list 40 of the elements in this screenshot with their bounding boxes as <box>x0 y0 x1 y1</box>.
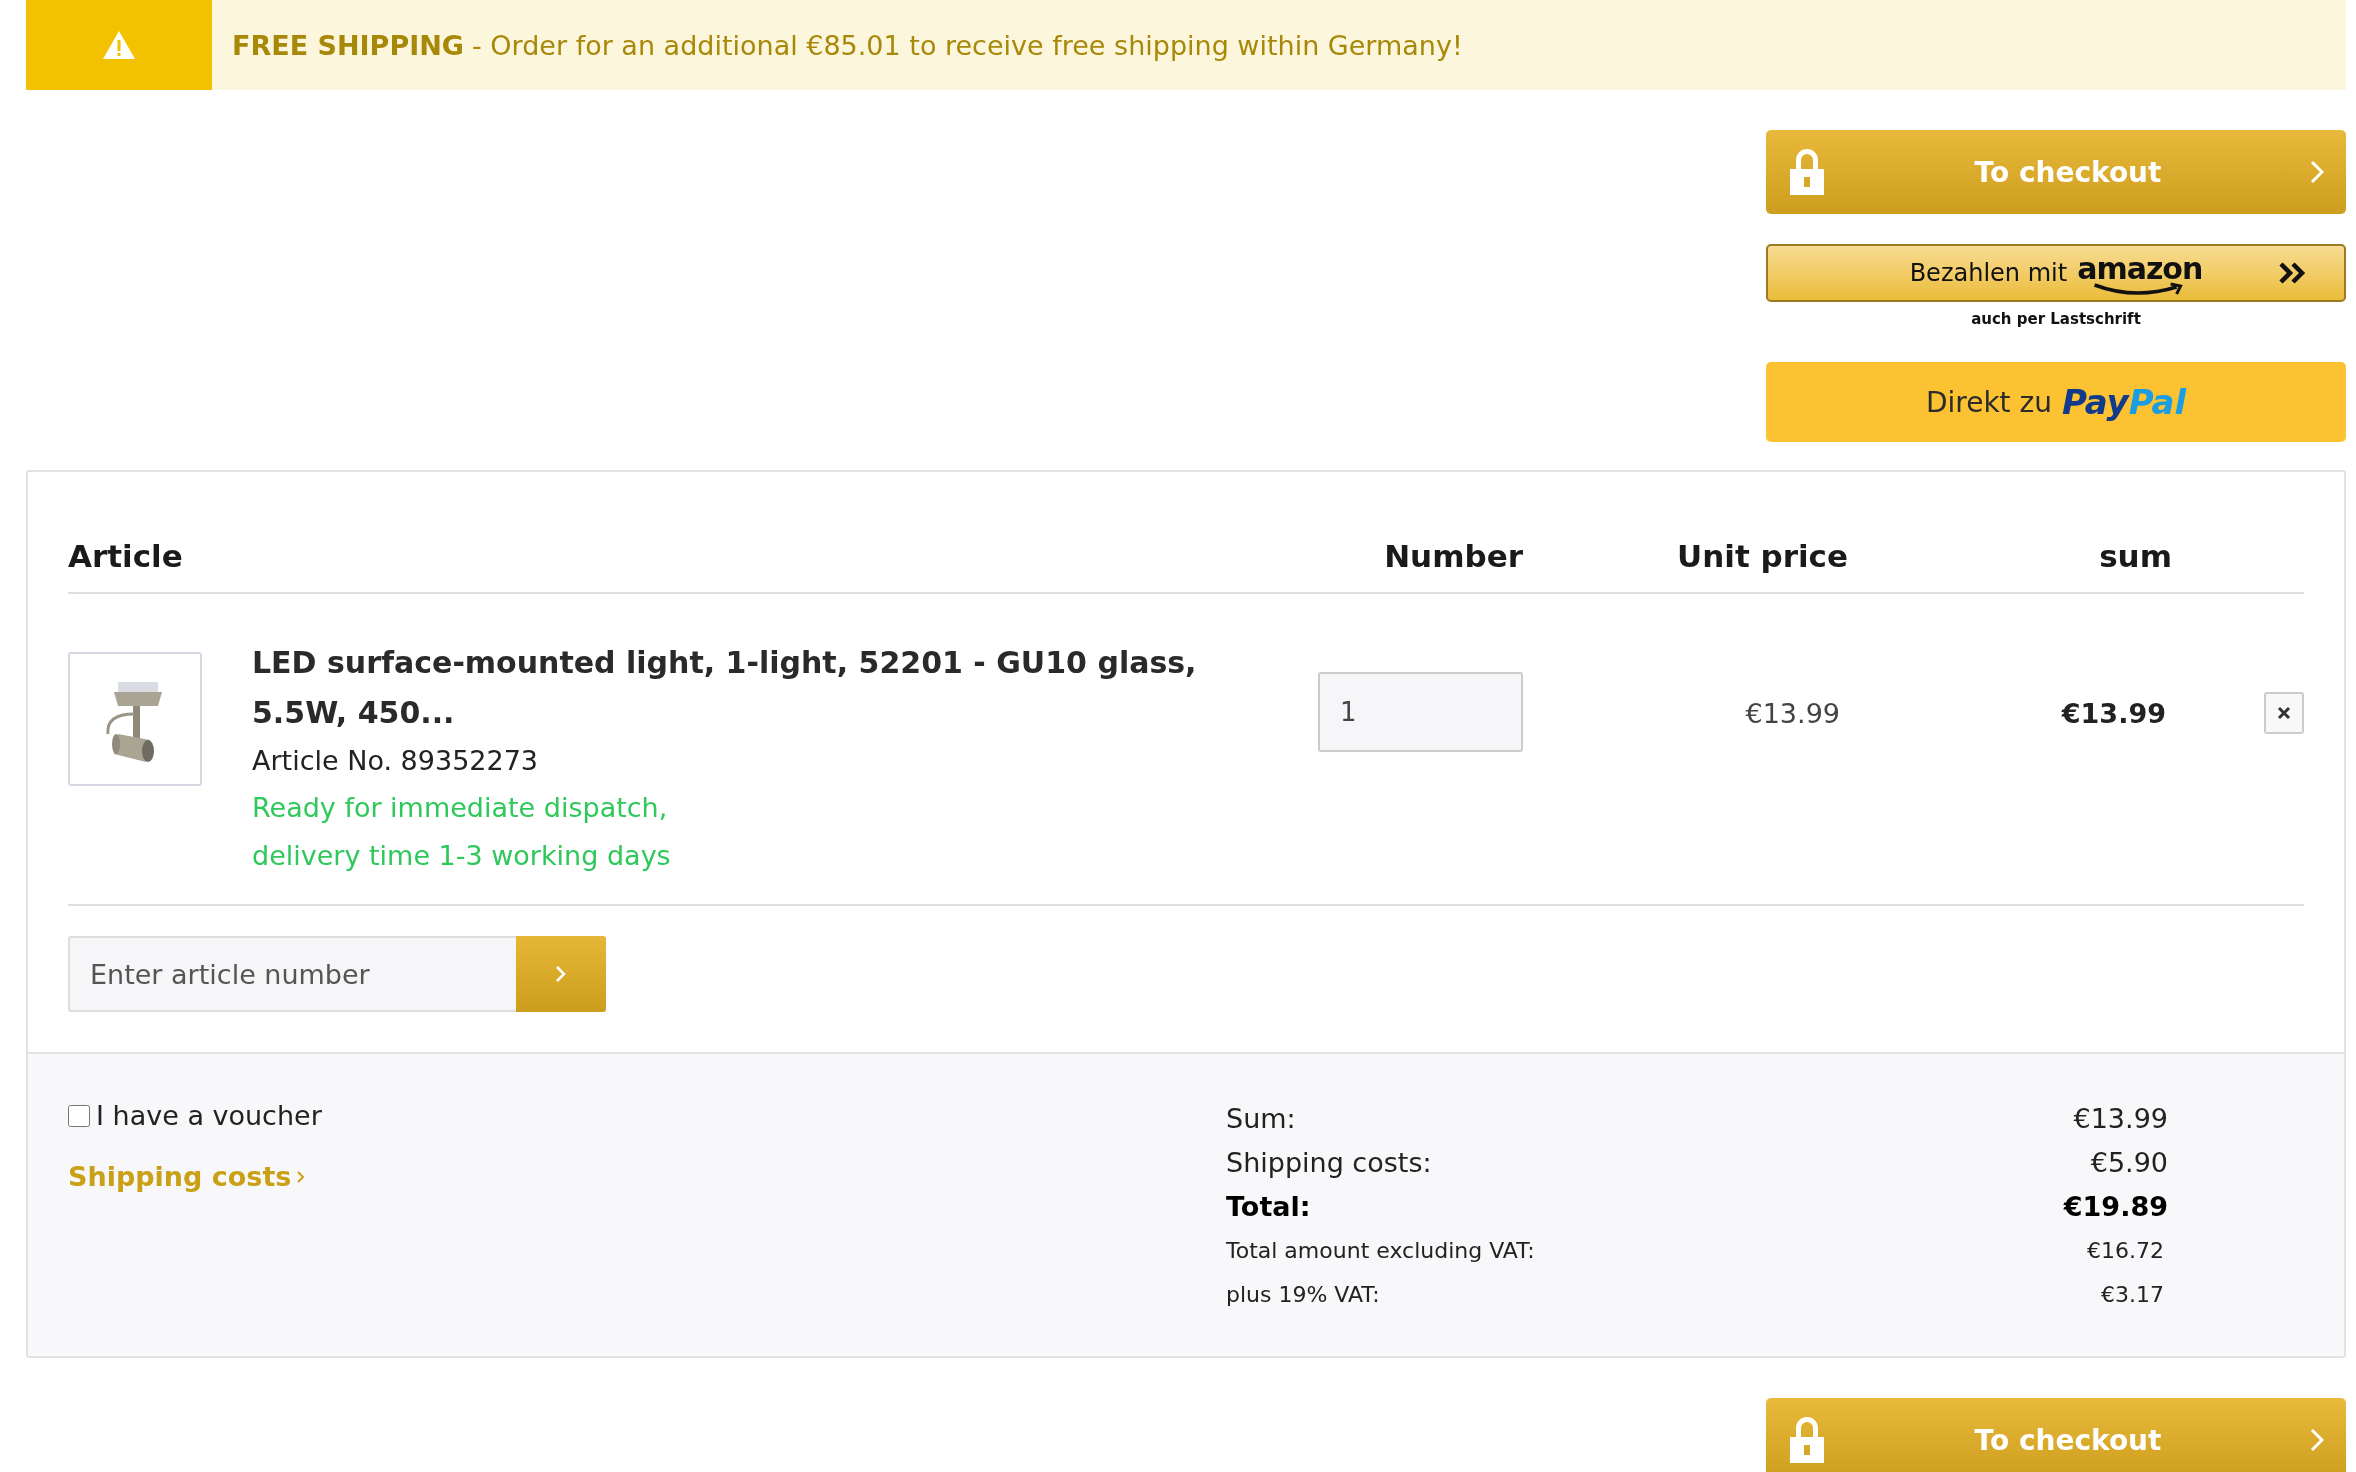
paypal-logo: PayPal <box>2061 382 2187 422</box>
article-number: Article No. 89352273 <box>252 744 540 778</box>
double-chevron-icon <box>2278 261 2308 285</box>
voucher-checkbox[interactable] <box>68 1104 90 1127</box>
amazon-note: auch per Lastschrift <box>1970 310 2142 328</box>
summary-label: Shipping costs: <box>1226 1146 1433 1180</box>
chevron-right-icon <box>555 964 567 984</box>
lock-icon <box>1788 1415 1826 1465</box>
chevron-right-icon <box>297 1169 306 1184</box>
article-number-field[interactable]: Enter article number <box>68 936 516 1012</box>
summary-value: €13.99 <box>2072 1102 2168 1136</box>
summary-label: Total amount excluding VAT: <box>1226 1237 1536 1265</box>
chevron-right-icon <box>2310 160 2324 184</box>
lock-icon <box>1788 147 1826 197</box>
summary-label: Sum: <box>1226 1102 1297 1136</box>
banner-message: - Order for an additional €85.01 to receive free shipping within Germany! <box>472 29 1463 61</box>
column-header: Number <box>1384 537 1523 574</box>
product-title[interactable]: LED surface-mounted light, 1-light, 52201 - GU10 glass, 5.5W, 450... <box>252 638 1232 738</box>
paypal-button[interactable]: Direkt zu PayPal <box>1766 362 2346 442</box>
warning-icon <box>102 30 136 60</box>
summary-value: €19.89 <box>2063 1190 2168 1224</box>
summary-value: €5.90 <box>2089 1146 2168 1180</box>
summary-label: plus 19% VAT: <box>1226 1281 1381 1309</box>
summary-label: Total: <box>1226 1190 1312 1224</box>
chevron-right-icon <box>2310 1428 2324 1452</box>
summary-value: €16.72 <box>2086 1237 2165 1265</box>
voucher-label: I have a voucher <box>96 1100 322 1131</box>
amazon-pay-button[interactable]: Bezahlen mit amazon <box>1766 244 2346 302</box>
close-icon <box>2277 706 2291 720</box>
amazon-logo: amazon <box>2077 254 2203 292</box>
quantity-field[interactable]: 1 <box>1318 672 1523 752</box>
column-header: Unit price <box>1677 537 1848 574</box>
summary-value: €3.17 <box>2100 1281 2165 1309</box>
column-header: sum <box>2099 537 2172 574</box>
row-sum: €13.99 <box>2061 698 2166 729</box>
remove-button[interactable] <box>2264 692 2304 734</box>
availability-text: Ready for immediate dispatch, delivery time 1-3 working days <box>252 791 672 873</box>
column-header: Article <box>68 538 184 574</box>
banner-title: FREE SHIPPING <box>232 29 464 61</box>
unit-price: €13.99 <box>1745 698 1840 729</box>
